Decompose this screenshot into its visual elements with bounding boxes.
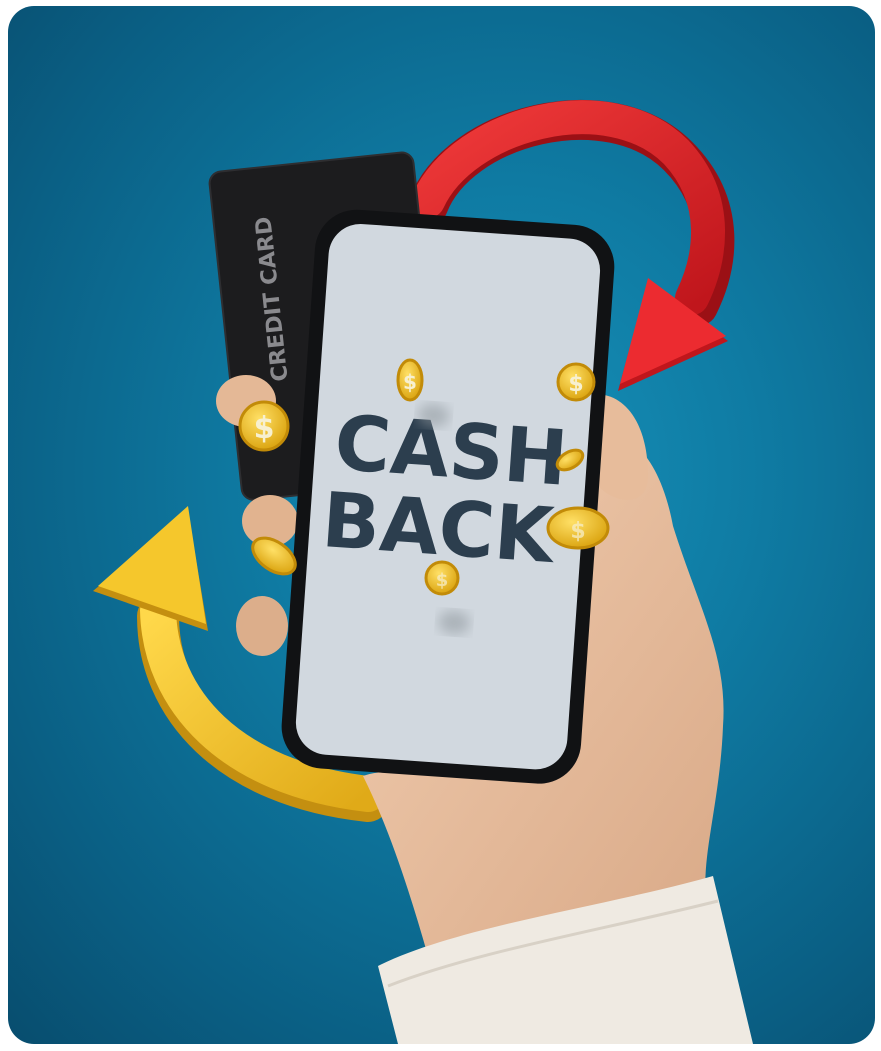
coin-icon: $ (238, 400, 290, 452)
coin-icon: $ (424, 560, 460, 596)
svg-text:$: $ (254, 411, 275, 446)
cashback-illustration: CREDIT CARD CASH BACK $ $ $ $ $ (93, 99, 753, 1044)
photo-frame: CREDIT CARD CASH BACK $ $ $ $ $ (8, 6, 875, 1044)
svg-text:$: $ (403, 370, 417, 394)
svg-text:$: $ (570, 519, 585, 544)
svg-text:$: $ (436, 570, 449, 591)
smartphone: CASH BACK (281, 209, 615, 784)
coin-icon: $ (396, 358, 424, 402)
svg-text:$: $ (568, 372, 583, 397)
coin-icon: $ (556, 362, 596, 402)
coin-icon: $ (546, 506, 610, 550)
